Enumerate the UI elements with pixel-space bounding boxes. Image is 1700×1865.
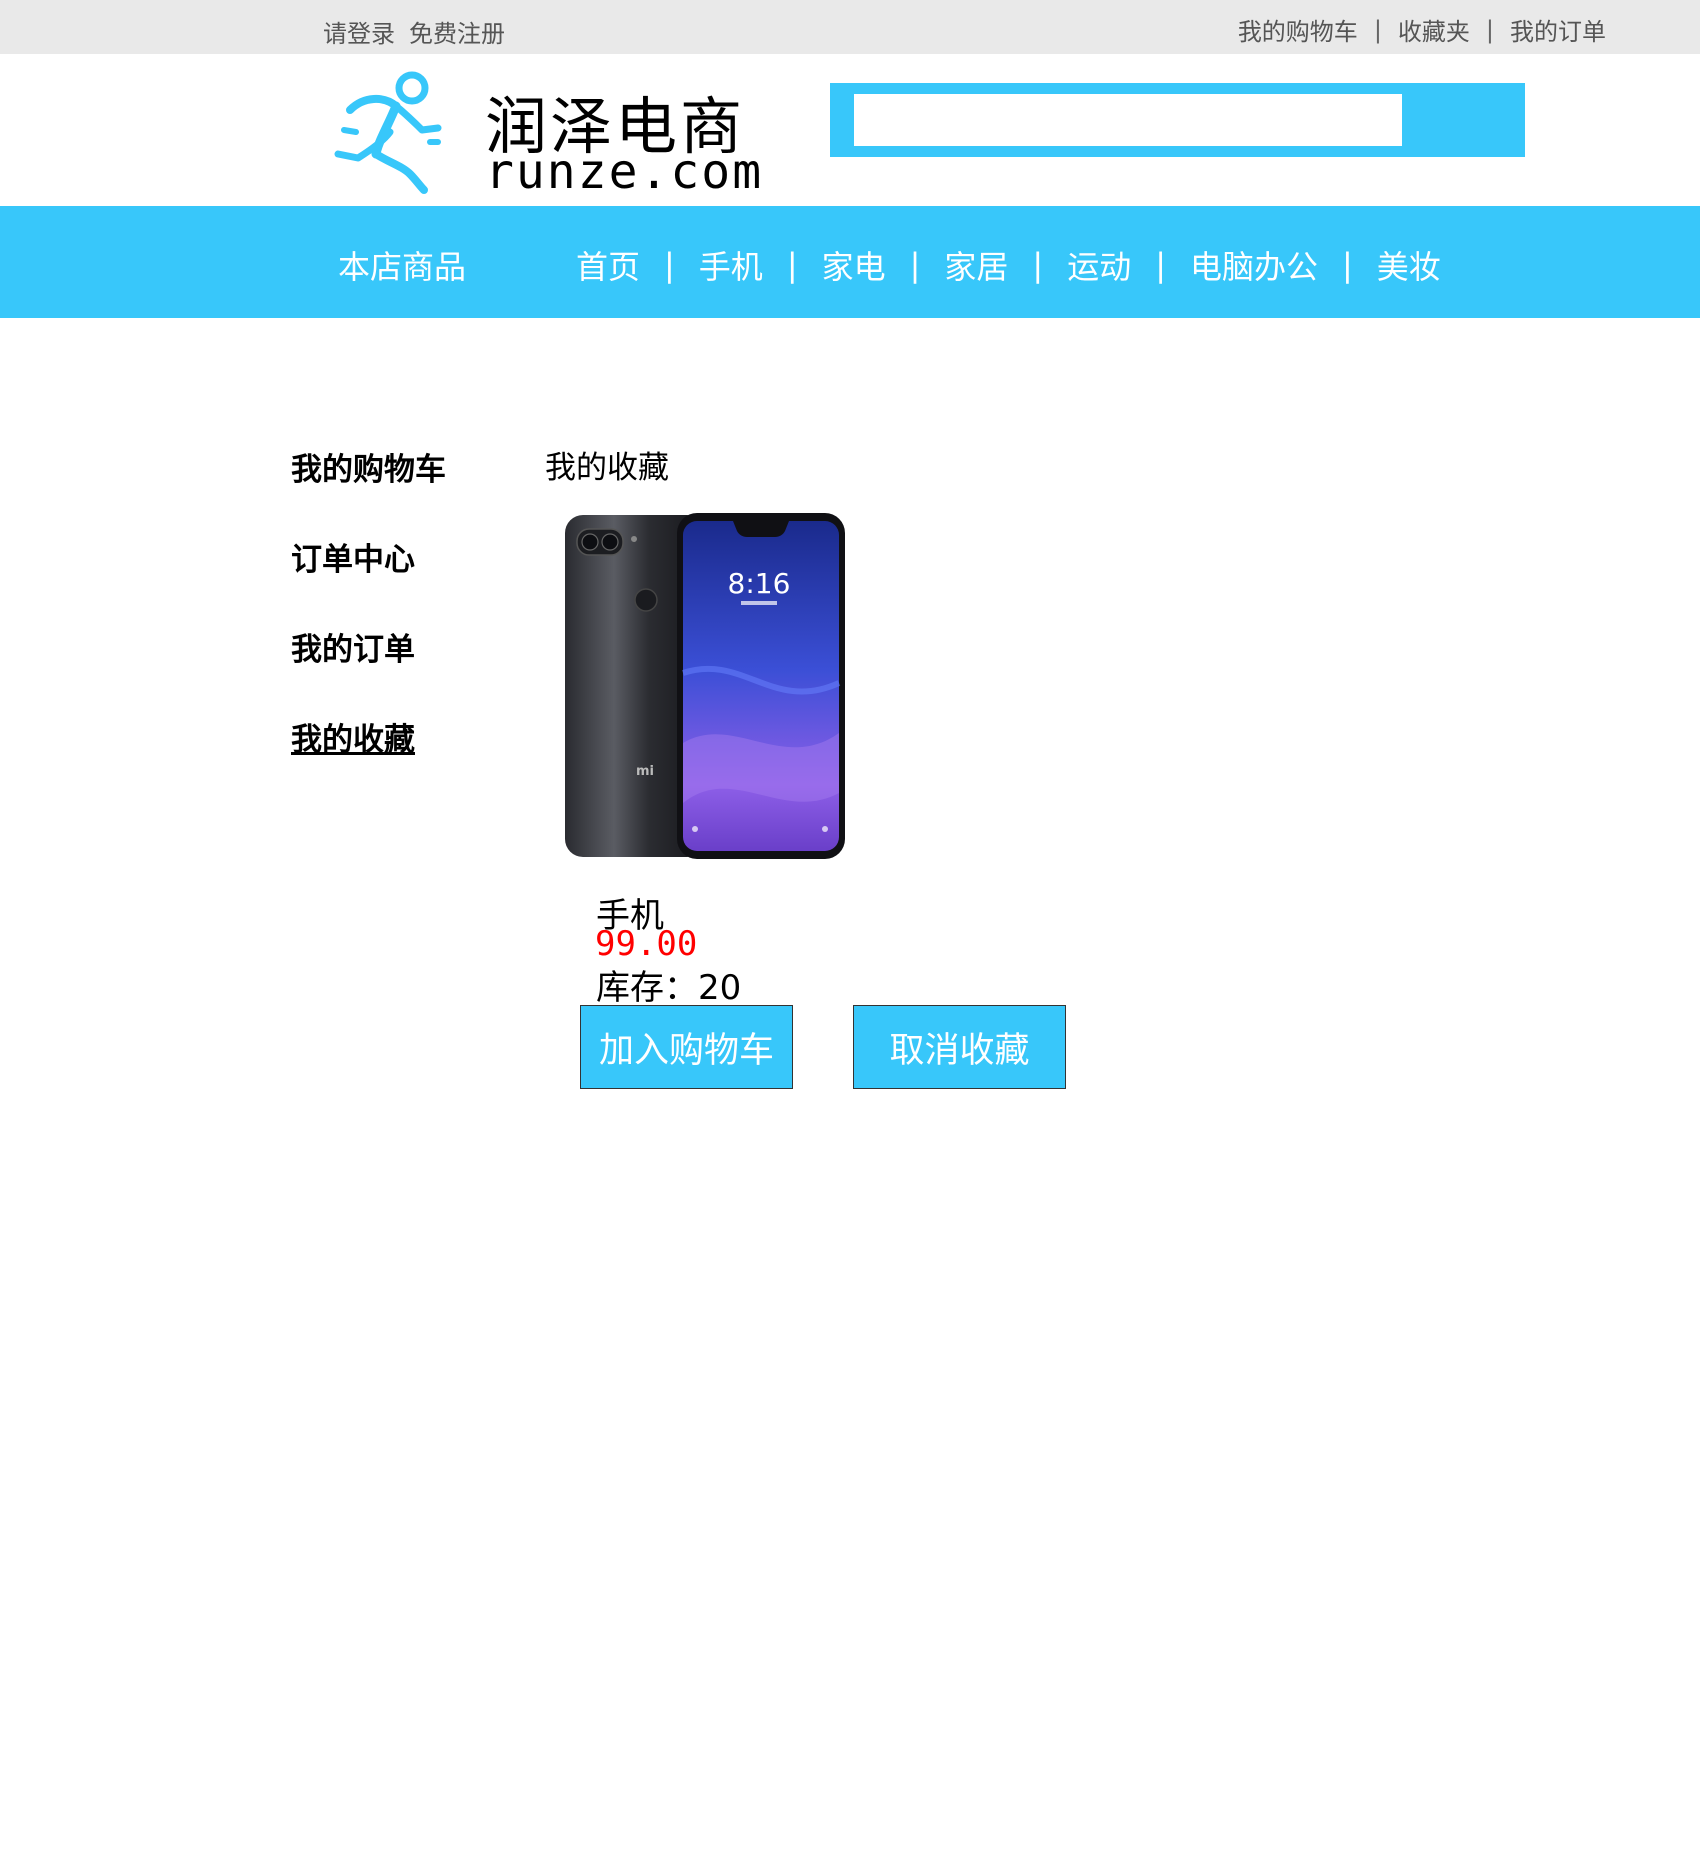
category-links: 首页 | 手机 | 家电 | 家居 | 运动 | 电脑办公 | 美妆 [576,242,1441,288]
add-to-cart-button[interactable]: 加入购物车 [580,1005,793,1089]
store-products-link[interactable]: 本店商品 [338,242,466,288]
nav-link-home[interactable]: 首页 [576,242,640,288]
top-orders-link[interactable]: 我的订单 [1510,12,1606,47]
register-link[interactable]: 免费注册 [409,20,505,48]
phone-brand-text: mi [636,764,654,779]
sidebar-item-favorites[interactable]: 我的收藏 [291,714,415,759]
nav-link-phones[interactable]: 手机 [699,242,763,288]
sidebar-item-cart[interactable]: 我的购物车 [291,444,446,489]
nav-link-home-furnishing[interactable]: 家居 [944,242,1008,288]
separator: | [664,246,675,284]
nav-link-appliances[interactable]: 家电 [822,242,886,288]
separator: | [1373,15,1382,44]
logo-domain: runze.com [485,144,764,200]
separator: | [909,246,921,284]
top-cart-link[interactable]: 我的购物车 [1238,12,1358,47]
separator: | [786,246,798,284]
remove-favorite-button[interactable]: 取消收藏 [853,1005,1066,1089]
phone-image[interactable]: mi 8:16 [563,513,845,859]
top-bar: 请登录 免费注册 我的购物车 | 收藏夹 | 我的订单 [0,0,1700,54]
search-button[interactable] [1402,83,1525,157]
separator: | [1485,15,1494,44]
top-favorites-link[interactable]: 收藏夹 [1398,12,1470,47]
top-links: 我的购物车 | 收藏夹 | 我的订单 [1238,12,1606,47]
sidebar-item-my-orders[interactable]: 我的订单 [291,624,415,669]
nav-link-computers[interactable]: 电脑办公 [1190,242,1318,288]
search-input[interactable] [854,94,1402,146]
product-price: 99.00 [595,924,698,964]
nav-link-sports[interactable]: 运动 [1067,242,1131,288]
nav-link-beauty[interactable]: 美妆 [1377,242,1441,288]
header: 润泽电商 runze.com [0,54,1700,206]
separator: | [1032,246,1044,284]
phone-clock: 8:16 [728,567,791,600]
product-stock: 库存：20 [596,968,742,1008]
search-bar [830,83,1525,157]
runner-logo-icon[interactable] [330,70,454,194]
separator: | [1342,246,1353,284]
login-link[interactable]: 请登录 [323,20,395,48]
page-title: 我的收藏 [545,450,669,486]
sidebar-item-order-center[interactable]: 订单中心 [291,534,415,579]
auth-links: 请登录 免费注册 [323,14,519,49]
separator: | [1155,246,1166,284]
category-nav: 本店商品 首页 | 手机 | 家电 | 家居 | 运动 | 电脑办公 | 美妆 [0,206,1700,318]
